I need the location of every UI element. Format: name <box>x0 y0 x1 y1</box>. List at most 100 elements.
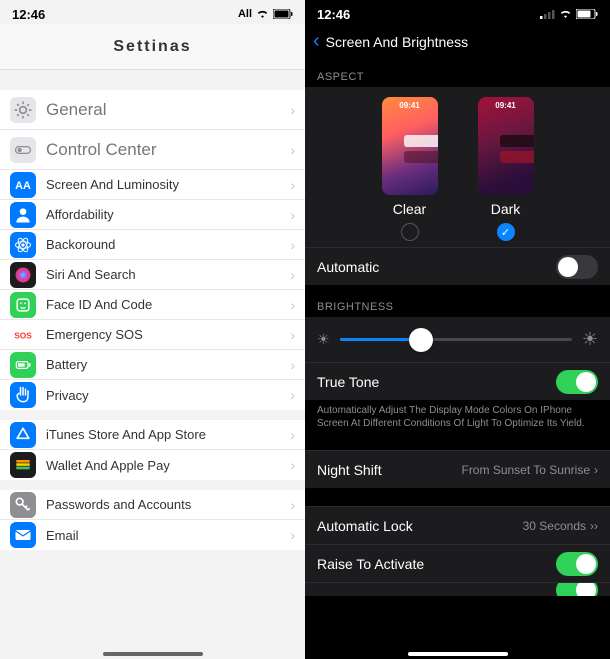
slider-knob[interactable] <box>409 328 433 352</box>
settings-pane: 12:46 All Settinas General›Control Cente… <box>0 0 305 659</box>
row-label: Backoround <box>46 237 290 252</box>
nightshift-value: From Sunset To Sunrise › <box>461 463 598 477</box>
extra-switch[interactable] <box>556 582 598 596</box>
truetone-row: True Tone <box>305 362 610 400</box>
signal-icon <box>540 9 555 19</box>
row-label: Battery <box>46 357 290 372</box>
status-time: 12:46 <box>317 7 350 22</box>
row-label: Email <box>46 528 290 543</box>
row-label: Face ID And Code <box>46 297 290 312</box>
settings-row-wallet-and-apple-pay[interactable]: Wallet And Apple Pay› <box>0 450 305 480</box>
settings-row-control-center[interactable]: Control Center› <box>0 130 305 170</box>
row-label: Screen And Luminosity <box>46 177 290 192</box>
automatic-switch[interactable] <box>556 255 598 279</box>
truetone-label: True Tone <box>317 374 379 390</box>
row-label: Siri And Search <box>46 267 290 282</box>
settings-row-backoround[interactable]: Backoround› <box>0 230 305 260</box>
thumb-time: 09:41 <box>495 101 515 110</box>
gear-icon <box>10 97 36 123</box>
truetone-switch[interactable] <box>556 370 598 394</box>
svg-text:SOS: SOS <box>14 330 32 340</box>
settings-group: General›Control Center› AA Screen And Lumi… <box>0 90 305 410</box>
settings-row-itunes-store-and-app-store[interactable]: iTunes Store And App Store› <box>0 420 305 450</box>
aspect-section-label: ASPECT <box>305 65 610 87</box>
settings-row-screen-and-luminosity[interactable]: AA Screen And Luminosity› <box>0 170 305 200</box>
nightshift-row[interactable]: Night Shift From Sunset To Sunrise › <box>305 450 610 488</box>
autolock-value: 30 Seconds ›› <box>523 519 598 533</box>
home-indicator[interactable] <box>103 652 203 656</box>
status-indicators: All <box>238 8 293 20</box>
chevron-right-icon: › <box>290 327 295 343</box>
autolock-label: Automatic Lock <box>317 518 413 534</box>
slider-track[interactable] <box>340 338 572 341</box>
settings-row-face-id-and-code[interactable]: Face ID And Code› <box>0 290 305 320</box>
appearance-dark[interactable]: 09:41 Dark <box>478 97 534 241</box>
mode-label: Clear <box>393 201 426 217</box>
chevron-right-icon: › <box>290 102 295 118</box>
raise-row: Raise To Activate <box>305 544 610 582</box>
svg-text:AA: AA <box>15 180 31 192</box>
chevron-right-icon: › <box>290 207 295 223</box>
sun-high-icon: ☀︎ <box>582 329 598 350</box>
mail-icon <box>10 522 36 548</box>
status-network-label: All <box>238 8 252 20</box>
battery-icon <box>273 9 293 19</box>
faceid-icon <box>10 292 36 318</box>
extra-row <box>305 582 610 596</box>
settings-row-battery[interactable]: Battery› <box>0 350 305 380</box>
atom-icon <box>10 232 36 258</box>
hand-icon <box>10 382 36 408</box>
chevron-right-icon: › <box>290 177 295 193</box>
automatic-row: Automatic <box>305 247 610 285</box>
chevron-right-icon: › <box>290 527 295 543</box>
sos-icon: SOS <box>10 322 36 348</box>
wifi-icon <box>256 9 269 19</box>
wallet-icon <box>10 452 36 478</box>
row-label: Passwords and Accounts <box>46 497 290 512</box>
person-icon <box>10 202 36 228</box>
raise-switch[interactable] <box>556 552 598 576</box>
settings-group: Passwords and Accounts›Email› <box>0 490 305 550</box>
home-indicator[interactable] <box>408 652 508 656</box>
chevron-right-icon: › <box>594 463 598 477</box>
automatic-label: Automatic <box>317 259 379 275</box>
thumb-time: 09:41 <box>399 101 419 110</box>
settings-row-privacy[interactable]: Privacy› <box>0 380 305 410</box>
settings-row-siri-and-search[interactable]: Siri And Search› <box>0 260 305 290</box>
appearance-clear[interactable]: 09:41 Clear <box>382 97 438 241</box>
page-title: Settinas <box>0 24 305 70</box>
dark-thumbnail: 09:41 <box>478 97 534 195</box>
key-icon <box>10 492 36 518</box>
sun-low-icon: ☀︎ <box>317 331 330 348</box>
brightness-pane: 12:46 ‹ Back Screen And Brightness ASPEC… <box>305 0 610 659</box>
siri-icon <box>10 262 36 288</box>
status-bar-right: 12:46 <box>305 0 610 24</box>
brightness-slider[interactable]: ☀︎ ☀︎ <box>305 317 610 362</box>
radio-clear[interactable] <box>401 223 419 241</box>
clear-thumbnail: 09:41 <box>382 97 438 195</box>
status-indicators <box>540 9 598 19</box>
autolock-row[interactable]: Automatic Lock 30 Seconds ›› <box>305 506 610 544</box>
truetone-note: Automatically Adjust The Display Mode Co… <box>305 400 610 440</box>
chevron-right-icon: › <box>290 427 295 443</box>
settings-row-general[interactable]: General› <box>0 90 305 130</box>
chevron-right-icon: › <box>290 237 295 253</box>
chevron-right-icon: › <box>290 297 295 313</box>
chevron-right-icon: › <box>290 457 295 473</box>
battery-icon <box>10 352 36 378</box>
status-bar-left: 12:46 All <box>0 0 305 24</box>
row-label: Emergency SOS <box>46 327 290 342</box>
settings-row-affordability[interactable]: Affordability› <box>0 200 305 230</box>
nav-header: ‹ Back Screen And Brightness <box>305 24 610 65</box>
battery-icon <box>576 9 598 19</box>
toggle-icon <box>10 137 36 163</box>
radio-dark[interactable] <box>497 223 515 241</box>
nightshift-label: Night Shift <box>317 462 382 478</box>
settings-row-emergency-sos[interactable]: SOS Emergency SOS› <box>0 320 305 350</box>
chevron-right-icon: ›› <box>590 519 598 533</box>
back-button[interactable]: ‹ <box>313 30 320 53</box>
settings-row-passwords-and-accounts[interactable]: Passwords and Accounts› <box>0 490 305 520</box>
wifi-icon <box>559 9 572 19</box>
settings-row-email[interactable]: Email› <box>0 520 305 550</box>
chevron-right-icon: › <box>290 267 295 283</box>
